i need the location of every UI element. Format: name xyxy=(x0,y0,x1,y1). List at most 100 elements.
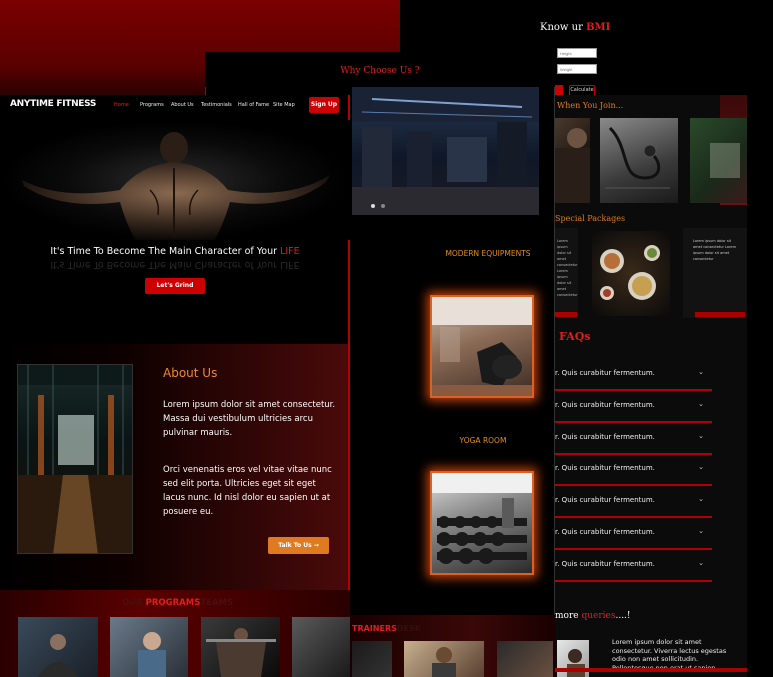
join-photo-1 xyxy=(555,118,590,203)
hero-headline-accent: LIFE xyxy=(280,246,300,257)
faq-title: FAQs xyxy=(559,330,591,343)
faq-item-text: r. Quis curabitur fermentum. xyxy=(555,560,655,568)
chevron-down-icon: ⌄ xyxy=(698,559,704,567)
about-paragraph-2: Orci venenatis eros vel vitae vitae nunc… xyxy=(163,465,332,517)
trainers-faded: DESK xyxy=(396,624,421,633)
chevron-down-icon: ⌄ xyxy=(698,527,704,535)
chevron-down-icon: ⌄ xyxy=(698,432,704,440)
faq-item-text: r. Quis curabitur fermentum. xyxy=(555,528,655,536)
gym-carousel[interactable] xyxy=(352,87,539,215)
program-card-1[interactable] xyxy=(18,617,98,677)
faq-item-text: r. Quis curabitur fermentum. xyxy=(555,369,655,377)
faq-item[interactable]: r. Quis curabitur fermentum. ⌄ xyxy=(555,490,712,518)
program-card-2[interactable] xyxy=(110,617,188,677)
hero-reflection-prefix: It's Time To Become The Main Character o… xyxy=(50,259,281,270)
packages-heading: Special Packages xyxy=(555,214,626,223)
faq-item[interactable]: r. Quis curabitur fermentum. ⌄ xyxy=(555,395,712,423)
chevron-down-icon: ⌄ xyxy=(698,368,704,376)
gym-hall-icon xyxy=(18,365,132,553)
programs-accent: PROGRAMS xyxy=(145,598,201,608)
faq-item-text: r. Quis curabitur fermentum. xyxy=(555,433,655,441)
sign-photo-icon xyxy=(710,143,740,178)
trainer-photo-3 xyxy=(497,641,553,677)
bodybuilder-icon xyxy=(206,628,276,677)
faq-item-text: r. Quis curabitur fermentum. xyxy=(555,401,655,409)
package-card-left-text: Lorem ipsum dolor sit amet consectetur L… xyxy=(557,239,578,297)
dumbbell-rack-icon xyxy=(432,473,532,564)
gym-interior-icon xyxy=(352,87,539,215)
nav-site-map[interactable]: Site Map xyxy=(273,102,295,108)
hero-headline: It's Time To Become The Main Character o… xyxy=(0,246,350,257)
treadmill-icon xyxy=(432,297,532,396)
package-food-photo xyxy=(592,231,670,316)
faq-item[interactable]: r. Quis curabitur fermentum. ⌄ xyxy=(555,427,712,455)
yoga-room-label: YOGA ROOM xyxy=(459,436,507,445)
hero-image xyxy=(0,120,350,240)
nav-testimonials[interactable]: Testimonials xyxy=(201,102,232,108)
join-photo-3 xyxy=(690,118,747,203)
yoga-room-photo xyxy=(430,471,534,575)
nav-programs[interactable]: Programs xyxy=(140,102,164,108)
programs-faded-right: TEAMS xyxy=(200,598,234,608)
about-gym-photo xyxy=(17,364,133,554)
package-card-right-text: Lorem ipsum dolor sit amet consectetur L… xyxy=(693,239,736,261)
faq-item-text: r. Quis curabitur fermentum. xyxy=(555,496,655,504)
package-card-left[interactable]: Lorem ipsum dolor sit amet consectetur L… xyxy=(555,228,578,316)
faq-item[interactable]: r. Quis curabitur fermentum. ⌄ xyxy=(555,554,712,582)
faq-item[interactable]: r. Quis curabitur fermentum. ⌄ xyxy=(555,363,712,391)
hero-reflection-accent: LIFE xyxy=(280,259,300,270)
more-prefix: more xyxy=(555,611,582,621)
trainer-person-icon xyxy=(432,647,456,677)
bmi-title-suffix: ur xyxy=(571,22,587,33)
lets-grind-button[interactable]: Let's Grind xyxy=(145,278,205,294)
nav-about-us[interactable]: About Us xyxy=(171,102,194,108)
about-title: About Us xyxy=(163,366,218,380)
bmi-title-accent: BMI xyxy=(586,22,611,33)
faq-item[interactable]: r. Quis curabitur fermentum. ⌄ xyxy=(555,522,712,550)
why-choose-us-title: Why Choose Us ? xyxy=(205,52,555,87)
talk-to-us-button[interactable]: Talk To Us → xyxy=(268,537,329,554)
senior-workout-icon xyxy=(138,632,166,677)
faq-item[interactable]: r. Quis curabitur fermentum. ⌄ xyxy=(555,458,712,486)
height-input[interactable] xyxy=(557,48,597,58)
nav-home[interactable]: Home xyxy=(114,102,129,108)
athlete-photo-icon xyxy=(555,128,590,203)
bmi-title: Know ur BMI xyxy=(540,22,610,33)
join-photo-stethoscope xyxy=(600,118,678,203)
chevron-down-icon: ⌄ xyxy=(698,400,704,408)
chevron-down-icon: ⌄ xyxy=(698,463,704,471)
modern-equipments-label: MODERN EQUIPMENTS xyxy=(445,249,531,258)
trainer-photo-2 xyxy=(404,641,484,677)
nav-hall-of-fame[interactable]: Hall of Fame xyxy=(238,102,269,108)
weight-input[interactable] xyxy=(557,64,597,74)
package-card-right[interactable]: Lorem ipsum dolor sit amet consectetur L… xyxy=(683,228,747,318)
faq-item-text: r. Quis curabitur fermentum. xyxy=(555,464,655,472)
package-card-left-button[interactable] xyxy=(555,312,577,317)
chevron-down-icon: ⌄ xyxy=(698,495,704,503)
brand-logo[interactable]: ANYTIME FITNESS xyxy=(10,99,96,109)
about-paragraph-1: Lorem ipsum dolor sit amet consectetur. … xyxy=(163,400,336,438)
programs-faded-left: OUR xyxy=(122,598,143,608)
programs-heading: OUR PROGRAMSTEAMS xyxy=(122,598,233,608)
food-bowls-icon xyxy=(600,245,660,300)
more-queries-heading: more queries....! xyxy=(555,611,631,621)
trainers-heading: TRAINERSDESK xyxy=(352,624,421,633)
more-accent: queries xyxy=(581,611,616,621)
trainers-accent: TRAINERS xyxy=(352,624,397,633)
carousel-dot[interactable] xyxy=(371,204,375,208)
more-suffix: ....! xyxy=(615,611,631,621)
program-card-3[interactable] xyxy=(201,617,280,677)
carousel-dot[interactable] xyxy=(381,204,385,208)
sign-up-button[interactable]: Sign Up xyxy=(309,97,339,113)
bmi-title-prefix: Know xyxy=(540,22,572,33)
contact-underline xyxy=(555,668,747,672)
hero-headline-prefix: It's Time To Become The Main Character o… xyxy=(50,246,281,257)
program-card-4[interactable] xyxy=(292,617,350,677)
package-card-right-button[interactable] xyxy=(695,312,745,317)
athlete-back-icon xyxy=(22,132,330,240)
hero-headline-reflection: It's Time To Become The Main Character o… xyxy=(0,259,350,270)
modern-equipment-photo xyxy=(430,295,534,398)
stethoscope-icon xyxy=(605,126,670,189)
contact-text: Lorem ipsum dolor sit amet consectetur. … xyxy=(612,638,727,672)
trainer-photo-1 xyxy=(352,641,392,677)
